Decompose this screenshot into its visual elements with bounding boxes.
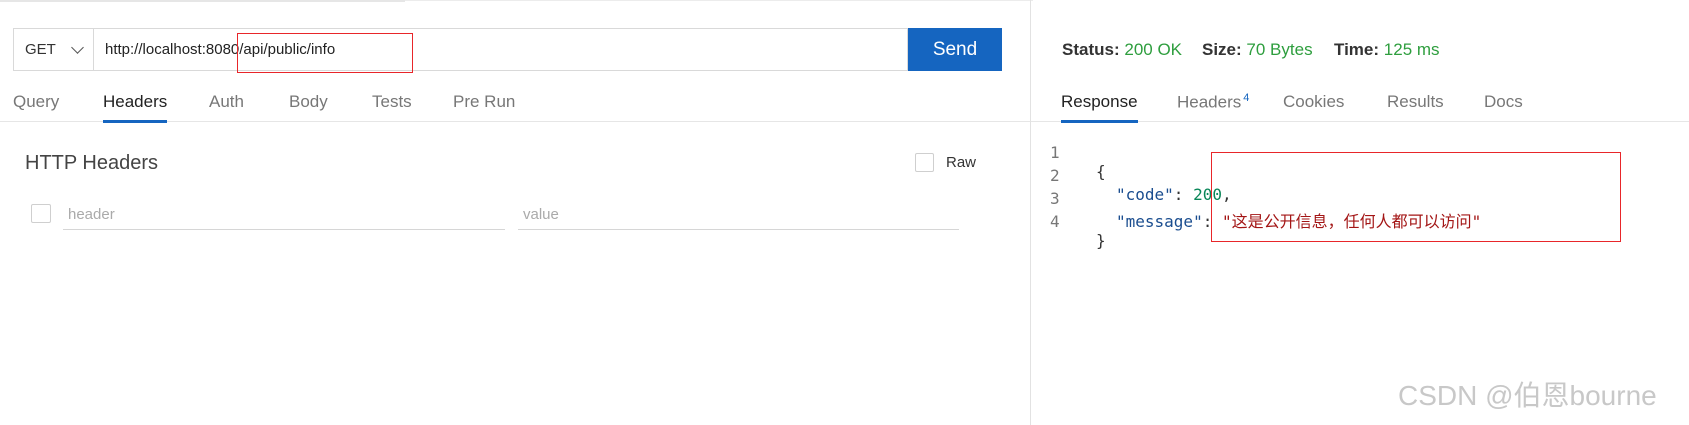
tab-response-headers-label: Headers bbox=[1177, 92, 1242, 112]
headers-count-badge: 4 bbox=[1243, 92, 1250, 104]
tab-cookies[interactable]: Cookies bbox=[1283, 92, 1344, 122]
line-number: 4 bbox=[1050, 212, 1060, 231]
header-row-checkbox[interactable] bbox=[31, 204, 51, 223]
url-input[interactable] bbox=[95, 29, 905, 70]
status-value: 200 OK bbox=[1124, 40, 1183, 59]
json-value-code: 200 bbox=[1193, 185, 1222, 204]
tab-results[interactable]: Results bbox=[1387, 92, 1444, 122]
panel-divider[interactable] bbox=[1030, 0, 1031, 425]
request-tabs: Query Headers Auth Body Tests Pre Run bbox=[0, 88, 1030, 123]
size-label: Size: bbox=[1202, 40, 1242, 59]
header-name-input[interactable] bbox=[63, 200, 505, 230]
tab-body[interactable]: Body bbox=[289, 92, 328, 122]
json-value-message: "这是公开信息，任何人都可以访问" bbox=[1221, 212, 1482, 231]
header-value-input[interactable] bbox=[518, 200, 959, 230]
tab-docs[interactable]: Docs bbox=[1484, 92, 1523, 122]
request-panel: GET Send Query Headers Auth Body Tests P… bbox=[0, 0, 1030, 425]
json-key-code: "code" bbox=[1116, 185, 1174, 204]
method-label: GET bbox=[25, 41, 56, 58]
http-headers-title: HTTP Headers bbox=[25, 152, 159, 174]
url-bar: GET bbox=[13, 28, 908, 71]
tab-response-headers[interactable]: Headers 4 bbox=[1177, 92, 1249, 122]
chevron-down-icon bbox=[71, 41, 84, 54]
time-value: 125 ms bbox=[1383, 40, 1440, 59]
tab-query[interactable]: Query bbox=[13, 92, 59, 122]
send-button[interactable]: Send bbox=[908, 28, 1002, 71]
tab-headers[interactable]: Headers bbox=[103, 92, 168, 123]
response-tabs: Response Headers 4 Cookies Results Docs bbox=[1031, 88, 1689, 123]
tab-tests[interactable]: Tests bbox=[372, 92, 412, 122]
method-select[interactable]: GET bbox=[14, 29, 94, 70]
json-key-message: "message" bbox=[1116, 212, 1203, 231]
raw-checkbox[interactable] bbox=[915, 153, 934, 172]
time-label: Time: bbox=[1334, 40, 1380, 59]
raw-label: Raw bbox=[946, 154, 977, 171]
watermark: CSDN @伯恩bourne bbox=[1398, 380, 1657, 411]
status-label: Status: bbox=[1062, 40, 1120, 59]
tab-pre-run[interactable]: Pre Run bbox=[453, 92, 515, 122]
json-close-brace: } bbox=[1096, 231, 1106, 250]
tab-response[interactable]: Response bbox=[1061, 92, 1138, 123]
tab-auth[interactable]: Auth bbox=[209, 92, 244, 122]
size-value: 70 Bytes bbox=[1246, 40, 1313, 59]
json-open-brace: { bbox=[1096, 162, 1106, 181]
